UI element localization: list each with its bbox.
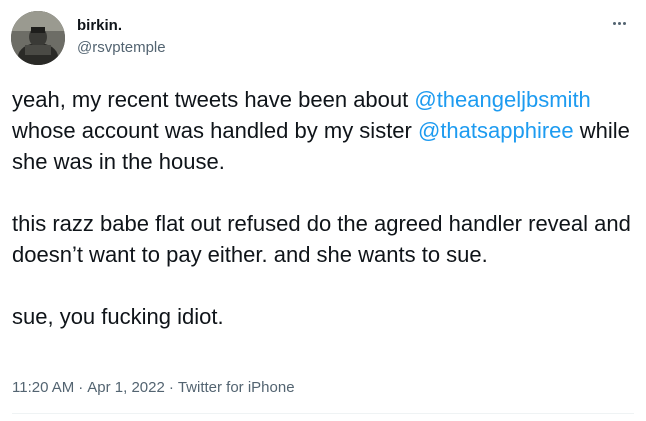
tweet-paragraph-3: sue, you fucking idiot. <box>12 304 224 329</box>
tweet-paragraph-2: this razz babe flat out refused do the a… <box>12 211 631 267</box>
separator: · <box>78 379 84 396</box>
author-display-name[interactable]: birkin. <box>77 16 122 36</box>
profile-photo-icon <box>11 11 65 65</box>
more-dot <box>617 21 621 25</box>
tweet: birkin. @rsvptemple yeah, my recent twee… <box>0 0 646 421</box>
more-dot <box>612 21 616 25</box>
tweet-text-segment: yeah, my recent tweets have been about <box>12 87 415 112</box>
tweet-text-segment: whose account was handled by my sister <box>12 118 418 143</box>
more-dot <box>622 21 626 25</box>
tweet-paragraph-1: yeah, my recent tweets have been about @… <box>12 84 637 177</box>
separator: · <box>168 379 174 396</box>
tweet-time[interactable]: 11:20 AM <box>12 379 74 396</box>
more-options-icon[interactable] <box>608 12 630 34</box>
tweet-date[interactable]: Apr 1, 2022 <box>87 379 165 396</box>
tweet-metadata: 11:20 AM · Apr 1, 2022 · Twitter for iPhone <box>12 378 295 398</box>
tweet-source[interactable]: Twitter for iPhone <box>178 379 295 396</box>
tweet-text: yeah, my recent tweets have been about @… <box>12 84 637 332</box>
author-handle[interactable]: @rsvptemple <box>77 38 166 58</box>
avatar[interactable] <box>11 11 65 65</box>
mention-link-theangeljbsmith[interactable]: @theangeljbsmith <box>414 87 590 112</box>
divider <box>12 413 634 414</box>
mention-link-thatsapphiree[interactable]: @thatsapphiree <box>418 118 574 143</box>
